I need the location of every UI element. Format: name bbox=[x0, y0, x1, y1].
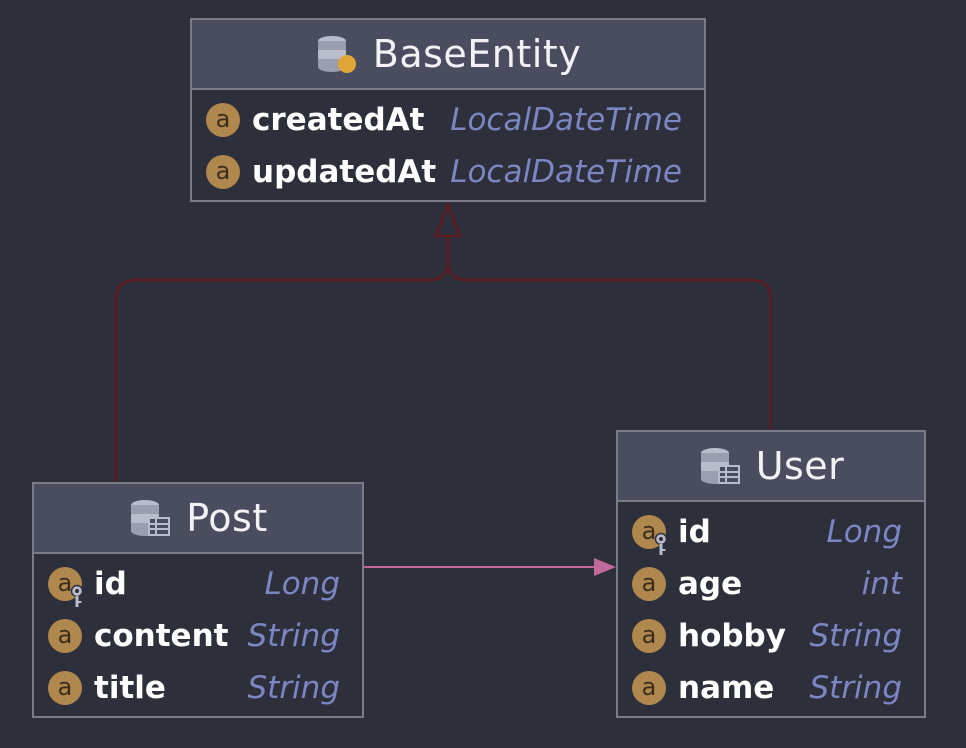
field-row[interactable]: a id Long bbox=[618, 506, 924, 558]
field-type: LocalDateTime bbox=[450, 102, 682, 138]
attribute-icon: a bbox=[206, 103, 240, 137]
field-type: String bbox=[247, 670, 340, 706]
entity-header: Post bbox=[34, 484, 362, 554]
field-row[interactable]: a age int bbox=[618, 558, 924, 610]
attribute-icon: a bbox=[632, 671, 666, 705]
field-list: a createdAt LocalDateTime a updatedAt Lo… bbox=[192, 90, 704, 198]
field-name: updatedAt bbox=[252, 154, 437, 190]
field-type: String bbox=[247, 618, 340, 654]
field-row[interactable]: a content String bbox=[34, 610, 362, 662]
field-list: a id Long a age int a hobby String a nam… bbox=[618, 502, 924, 714]
field-name: title bbox=[94, 670, 166, 706]
primary-key-icon bbox=[654, 532, 668, 555]
field-type: int bbox=[861, 566, 902, 602]
attribute-icon: a bbox=[48, 671, 82, 705]
association-arrowhead bbox=[594, 558, 616, 576]
entity-user[interactable]: User a id Long a age int a hobby String … bbox=[616, 430, 926, 718]
field-row[interactable]: a createdAt LocalDateTime bbox=[192, 94, 704, 146]
field-type: LocalDateTime bbox=[450, 154, 682, 190]
mapped-superclass-icon bbox=[317, 36, 356, 73]
entity-table-icon bbox=[700, 448, 740, 484]
field-row[interactable]: a hobby String bbox=[618, 610, 924, 662]
field-type: Long bbox=[264, 566, 340, 602]
inheritance-line-user bbox=[446, 261, 773, 432]
field-name: content bbox=[94, 618, 229, 654]
entity-title: User bbox=[755, 444, 845, 488]
entity-title: Post bbox=[186, 496, 268, 540]
primary-key-icon bbox=[70, 584, 84, 607]
attribute-icon: a bbox=[632, 567, 666, 601]
inheritance-arrowhead bbox=[434, 200, 462, 238]
field-list: a id Long a content String a title Strin… bbox=[34, 554, 362, 714]
field-name: age bbox=[678, 566, 743, 602]
attribute-icon: a bbox=[48, 619, 82, 653]
field-row[interactable]: a updatedAt LocalDateTime bbox=[192, 146, 704, 198]
entity-baseentity[interactable]: BaseEntity a createdAt LocalDateTime a u… bbox=[190, 18, 706, 202]
field-type: Long bbox=[826, 514, 902, 550]
attribute-icon: a bbox=[206, 155, 240, 189]
diagram-canvas: BaseEntity a createdAt LocalDateTime a u… bbox=[0, 0, 966, 748]
entity-header: BaseEntity bbox=[192, 20, 704, 90]
field-row[interactable]: a id Long bbox=[34, 558, 362, 610]
field-type: String bbox=[809, 670, 902, 706]
inheritance-line-post bbox=[114, 236, 450, 484]
entity-post[interactable]: Post a id Long a content String a title … bbox=[32, 482, 364, 718]
field-row[interactable]: a title String bbox=[34, 662, 362, 714]
field-name: name bbox=[678, 670, 775, 706]
entity-header: User bbox=[618, 432, 924, 502]
field-name: createdAt bbox=[252, 102, 425, 138]
field-name: id bbox=[94, 566, 127, 602]
field-name: id bbox=[678, 514, 711, 550]
entity-title: BaseEntity bbox=[372, 32, 582, 76]
field-name: hobby bbox=[678, 618, 786, 654]
field-type: String bbox=[809, 618, 902, 654]
attribute-icon: a bbox=[632, 619, 666, 653]
entity-table-icon bbox=[131, 500, 171, 536]
field-row[interactable]: a name String bbox=[618, 662, 924, 714]
